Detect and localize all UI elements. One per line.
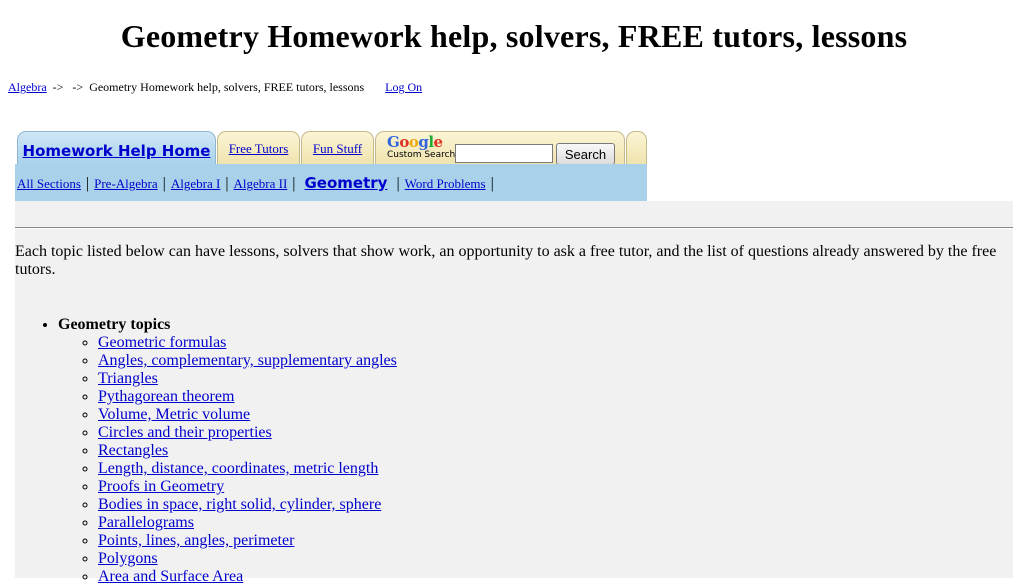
- topic-link[interactable]: Volume, Metric volume: [98, 406, 250, 423]
- log-on-link[interactable]: Log On: [385, 80, 422, 94]
- topic-link[interactable]: Pythagorean theorem: [98, 388, 234, 405]
- nav-pre-algebra[interactable]: Pre-Algebra: [94, 176, 158, 191]
- list-item: Length, distance, coordinates, metric le…: [98, 460, 397, 478]
- tab-free-tutors-link[interactable]: Free Tutors: [229, 141, 289, 156]
- search-input[interactable]: [455, 144, 553, 163]
- list-item: Circles and their properties: [98, 424, 397, 442]
- tab-homework-help-home[interactable]: Homework Help Home: [17, 131, 216, 164]
- topic-link[interactable]: Area and Surface Area: [98, 568, 243, 585]
- google-search-tab: Google Custom Search Search: [375, 131, 625, 165]
- breadcrumb-algebra-link[interactable]: Algebra: [8, 80, 47, 94]
- tab-fun-stuff[interactable]: Fun Stuff: [301, 131, 374, 164]
- breadcrumb-separator: ->: [52, 80, 64, 94]
- topic-link[interactable]: Triangles: [98, 370, 158, 387]
- tab-homework-help-home-link[interactable]: Homework Help Home: [23, 142, 211, 160]
- list-item: Polygons: [98, 550, 397, 568]
- main-content: Each topic listed below can have lessons…: [15, 201, 1013, 585]
- list-item: Angles, complementary, supplementary ang…: [98, 352, 397, 370]
- breadcrumb: Algebra -> -> Geometry Homework help, so…: [8, 80, 422, 95]
- topic-link[interactable]: Rectangles: [98, 442, 168, 459]
- nav-divider: |: [162, 175, 166, 192]
- nav-algebra-1[interactable]: Algebra I: [171, 176, 220, 191]
- nav-all-sections[interactable]: All Sections: [17, 176, 81, 191]
- nav-divider: |: [396, 175, 400, 192]
- topics-section: Geometry topics Geometric formulas Angle…: [58, 316, 397, 586]
- list-item: Area and Surface Area: [98, 568, 397, 586]
- google-logo: Google: [387, 133, 443, 151]
- nav-divider: |: [292, 175, 296, 192]
- topic-link[interactable]: Bodies in space, right solid, cylinder, …: [98, 496, 381, 513]
- topic-link[interactable]: Parallelograms: [98, 514, 194, 531]
- nav-geometry-active[interactable]: Geometry: [305, 174, 388, 192]
- tab-fun-stuff-link[interactable]: Fun Stuff: [313, 141, 362, 156]
- search-button[interactable]: Search: [556, 143, 615, 165]
- list-item: Parallelograms: [98, 514, 397, 532]
- page-title: Geometry Homework help, solvers, FREE tu…: [120, 18, 908, 54]
- list-item: Geometric formulas: [98, 334, 397, 352]
- list-item: Pythagorean theorem: [98, 388, 397, 406]
- section-heading: Geometry topics: [58, 316, 171, 333]
- topics-list: Geometry topics Geometric formulas Angle…: [15, 316, 397, 586]
- nav-divider: |: [225, 175, 229, 192]
- section-nav: All Sections | Pre-Algebra | Algebra I | Algeb…: [15, 164, 647, 201]
- list-item: Triangles: [98, 370, 397, 388]
- breadcrumb-separator: ->: [72, 80, 84, 94]
- list-item: Volume, Metric volume: [98, 406, 397, 424]
- nav-divider: |: [85, 175, 90, 192]
- horizontal-divider: [15, 227, 1013, 229]
- topic-links: Geometric formulas Angles, complementary…: [58, 334, 397, 586]
- topic-link[interactable]: Geometric formulas: [98, 334, 226, 351]
- nav-algebra-2[interactable]: Algebra II: [234, 176, 288, 191]
- nav-divider: |: [490, 175, 494, 192]
- topic-link[interactable]: Proofs in Geometry: [98, 478, 224, 495]
- breadcrumb-current: Geometry Homework help, solvers, FREE tu…: [89, 80, 365, 94]
- nav-word-problems[interactable]: Word Problems: [405, 176, 486, 191]
- topic-link[interactable]: Circles and their properties: [98, 424, 272, 441]
- topic-link[interactable]: Angles, complementary, supplementary ang…: [98, 352, 397, 369]
- list-item: Rectangles: [98, 442, 397, 460]
- list-item: Proofs in Geometry: [98, 478, 397, 496]
- topic-link[interactable]: Polygons: [98, 550, 158, 567]
- list-item: Points, lines, angles, perimeter: [98, 532, 397, 550]
- tab-end-cap: [626, 131, 647, 164]
- topic-link[interactable]: Points, lines, angles, perimeter: [98, 532, 294, 549]
- topic-link[interactable]: Length, distance, coordinates, metric le…: [98, 460, 378, 477]
- list-item: Bodies in space, right solid, cylinder, …: [98, 496, 397, 514]
- tab-bar: Homework Help Home Free Tutors Fun Stuff…: [15, 128, 647, 165]
- tab-free-tutors[interactable]: Free Tutors: [217, 131, 300, 164]
- intro-text: Each topic listed below can have lessons…: [15, 243, 997, 278]
- custom-search-label: Custom Search: [387, 150, 456, 160]
